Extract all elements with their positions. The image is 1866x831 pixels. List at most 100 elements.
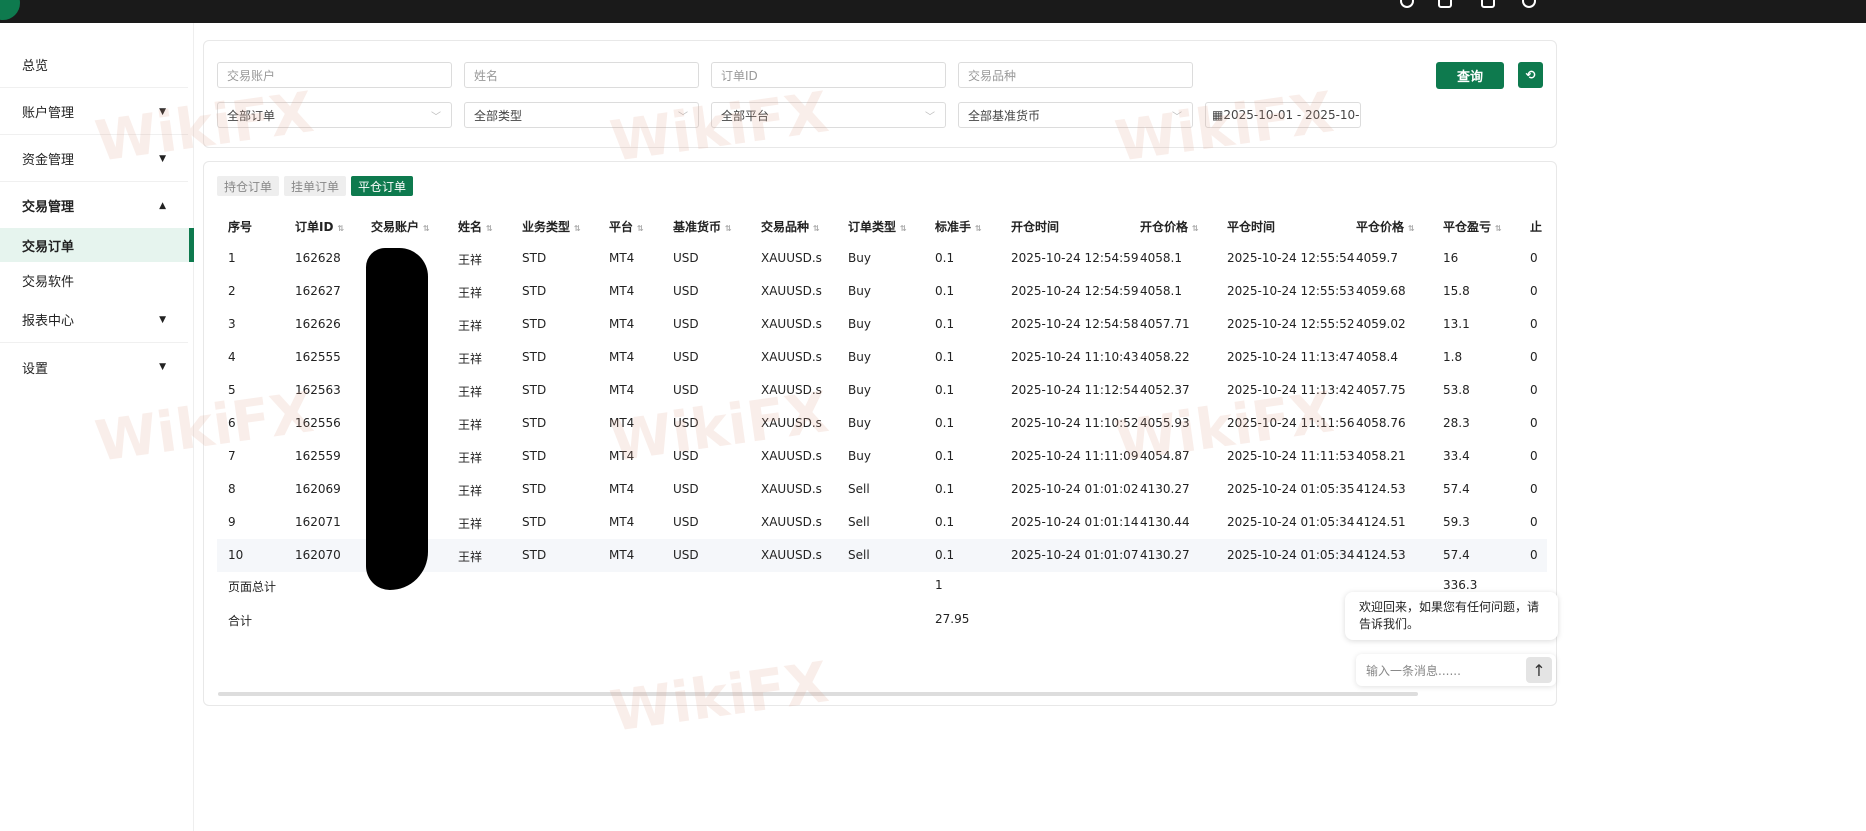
sidebar-item-accounts[interactable]: 账户管理 ▼ [0, 89, 188, 135]
cell-currency: USD [673, 317, 699, 331]
cell-stop: 0 [1530, 416, 1538, 430]
cell-index: 1 [228, 251, 236, 265]
cell-stop: 0 [1530, 515, 1538, 529]
cell-close-price: 4059.7 [1356, 251, 1398, 265]
account-input[interactable]: 交易账户 [217, 62, 452, 88]
column-header-open-price[interactable]: 开仓价格 ⇅ [1140, 218, 1199, 235]
column-header-platform[interactable]: 平台 ⇅ [609, 218, 644, 235]
cell-business-type: STD [522, 383, 547, 397]
sidebar-item-label: 交易管理 [22, 200, 75, 215]
sidebar-item-label: 交易订单 [22, 239, 75, 255]
sort-icon[interactable]: ⇅ [486, 224, 493, 233]
cell-currency: USD [673, 251, 699, 265]
column-header-business-type[interactable]: 业务类型 ⇅ [522, 218, 581, 235]
sort-icon[interactable]: ⇅ [900, 224, 907, 233]
notification-icon[interactable] [1481, 0, 1495, 8]
tab-pending-orders[interactable]: 挂单订单 [284, 176, 347, 196]
reset-filter-button[interactable]: ⟲ [1518, 62, 1543, 88]
cell-order-type: Sell [848, 482, 870, 496]
mute-icon[interactable] [1438, 0, 1452, 8]
sort-icon[interactable]: ⇅ [975, 224, 982, 233]
column-header-open-time[interactable]: 开仓时间 [1011, 218, 1059, 235]
cell-pnl: 33.4 [1443, 449, 1470, 463]
user-icon[interactable] [1400, 0, 1414, 8]
chevron-down-icon: ﹀ [431, 111, 441, 123]
select-value: 全部订单 [227, 108, 276, 123]
cell-name: 王祥 [458, 253, 483, 267]
column-header-close-time[interactable]: 平仓时间 [1227, 218, 1275, 235]
sidebar-subitem-software[interactable]: 交易软件 [0, 263, 194, 297]
cell-business-type: STD [522, 482, 547, 496]
horizontal-scrollbar[interactable] [218, 692, 1418, 696]
cell-index: 10 [228, 548, 244, 562]
sidebar-subitem-orders[interactable]: 交易订单 [0, 228, 194, 262]
name-input[interactable]: 姓名 [464, 62, 699, 88]
sort-icon[interactable]: ⇅ [1495, 224, 1502, 233]
sort-icon[interactable]: ⇅ [423, 224, 430, 233]
column-header-lots[interactable]: 标准手 ⇅ [935, 218, 982, 235]
cell-order-id: 162070 [295, 548, 341, 562]
caret-down-icon: ▼ [159, 362, 166, 372]
header-label: 开仓时间 [1011, 220, 1060, 234]
cell-platform: MT4 [609, 515, 635, 529]
cell-index: 5 [228, 383, 236, 397]
globe-icon[interactable] [1522, 0, 1536, 8]
sidebar-item-overview[interactable]: 总览 [0, 42, 188, 88]
symbol-input[interactable]: 交易品种 [958, 62, 1193, 88]
cell-open-price: 4052.37 [1140, 383, 1190, 397]
column-header-close-price[interactable]: 平仓价格 ⇅ [1356, 218, 1415, 235]
sidebar-item-settings[interactable]: 设置 ▼ [0, 344, 188, 390]
header-label: 姓名 [458, 220, 483, 234]
cell-index: 7 [228, 449, 236, 463]
cell-platform: MT4 [609, 284, 635, 298]
cell-lots: 0.1 [935, 515, 955, 529]
select-value: 全部基准货币 [968, 108, 1041, 123]
column-header-name[interactable]: 姓名 ⇅ [458, 218, 493, 235]
sort-icon[interactable]: ⇅ [637, 224, 644, 233]
cell-stop: 0 [1530, 548, 1538, 562]
sort-icon[interactable]: ⇅ [1192, 224, 1199, 233]
caret-down-icon: ▼ [159, 314, 166, 325]
cell-open-time: 2025-10-24 12:54:58 [1011, 317, 1139, 331]
tab-open-orders[interactable]: 持仓订单 [217, 176, 280, 196]
query-button[interactable]: 查询 [1436, 62, 1504, 89]
chat-input[interactable]: 输入一条消息...... ↑ [1356, 654, 1556, 686]
sidebar-item-trading[interactable]: 交易管理 ▲ [0, 183, 188, 229]
sort-icon[interactable]: ⇅ [574, 224, 581, 233]
order-id-input[interactable]: 订单ID [711, 62, 946, 88]
column-header-order-type[interactable]: 订单类型 ⇅ [848, 218, 907, 235]
sort-icon[interactable]: ⇅ [725, 224, 732, 233]
sidebar-item-funds[interactable]: 资金管理 ▼ [0, 136, 188, 182]
column-header-account[interactable]: 交易账户 ⇅ [371, 218, 430, 235]
type-select[interactable]: 全部类型 ﹀ [464, 102, 699, 128]
cell-close-price: 4059.02 [1356, 317, 1406, 331]
cell-pnl: 28.3 [1443, 416, 1470, 430]
filter-reset-icon: ⟲ [1525, 68, 1536, 82]
header-label: 开仓价格 [1140, 220, 1189, 234]
column-header-stop[interactable]: 止 [1530, 218, 1542, 235]
date-range-picker[interactable]: ▦ 2025-10-01 - 2025-10-28 [1205, 102, 1361, 128]
sort-icon[interactable]: ⇅ [1408, 224, 1415, 233]
tab-closed-orders[interactable]: 平仓订单 [351, 176, 414, 196]
platform-select[interactable]: 全部平台 ﹀ [711, 102, 946, 128]
sidebar-item-label: 报表中心 [22, 314, 75, 329]
cell-pnl: 59.3 [1443, 515, 1470, 529]
sidebar-item-reports[interactable]: 报表中心 ▼ [0, 297, 188, 343]
currency-select[interactable]: 全部基准货币 ﹀ [958, 102, 1193, 128]
cell-business-type: STD [522, 449, 547, 463]
column-header-order-id[interactable]: 订单ID ⇅ [295, 218, 344, 235]
date-range-value: 2025-10-01 - 2025-10-28 [1223, 108, 1361, 122]
sort-icon[interactable]: ⇅ [813, 224, 820, 233]
column-header-pnl[interactable]: 平仓盈亏 ⇅ [1443, 218, 1502, 235]
sort-icon[interactable]: ⇅ [337, 224, 344, 233]
column-header-currency[interactable]: 基准货币 ⇅ [673, 218, 732, 235]
cell-symbol: XAUUSD.s [761, 317, 822, 331]
order-select[interactable]: 全部订单 ﹀ [217, 102, 452, 128]
column-header-index[interactable]: 序号 [228, 218, 252, 235]
header-label: 交易品种 [761, 220, 810, 234]
filter-panel [203, 40, 1557, 148]
send-button[interactable]: ↑ [1526, 657, 1552, 683]
caret-down-icon: ▼ [159, 153, 166, 164]
column-header-symbol[interactable]: 交易品种 ⇅ [761, 218, 820, 235]
cell-order-id: 162069 [295, 482, 341, 496]
